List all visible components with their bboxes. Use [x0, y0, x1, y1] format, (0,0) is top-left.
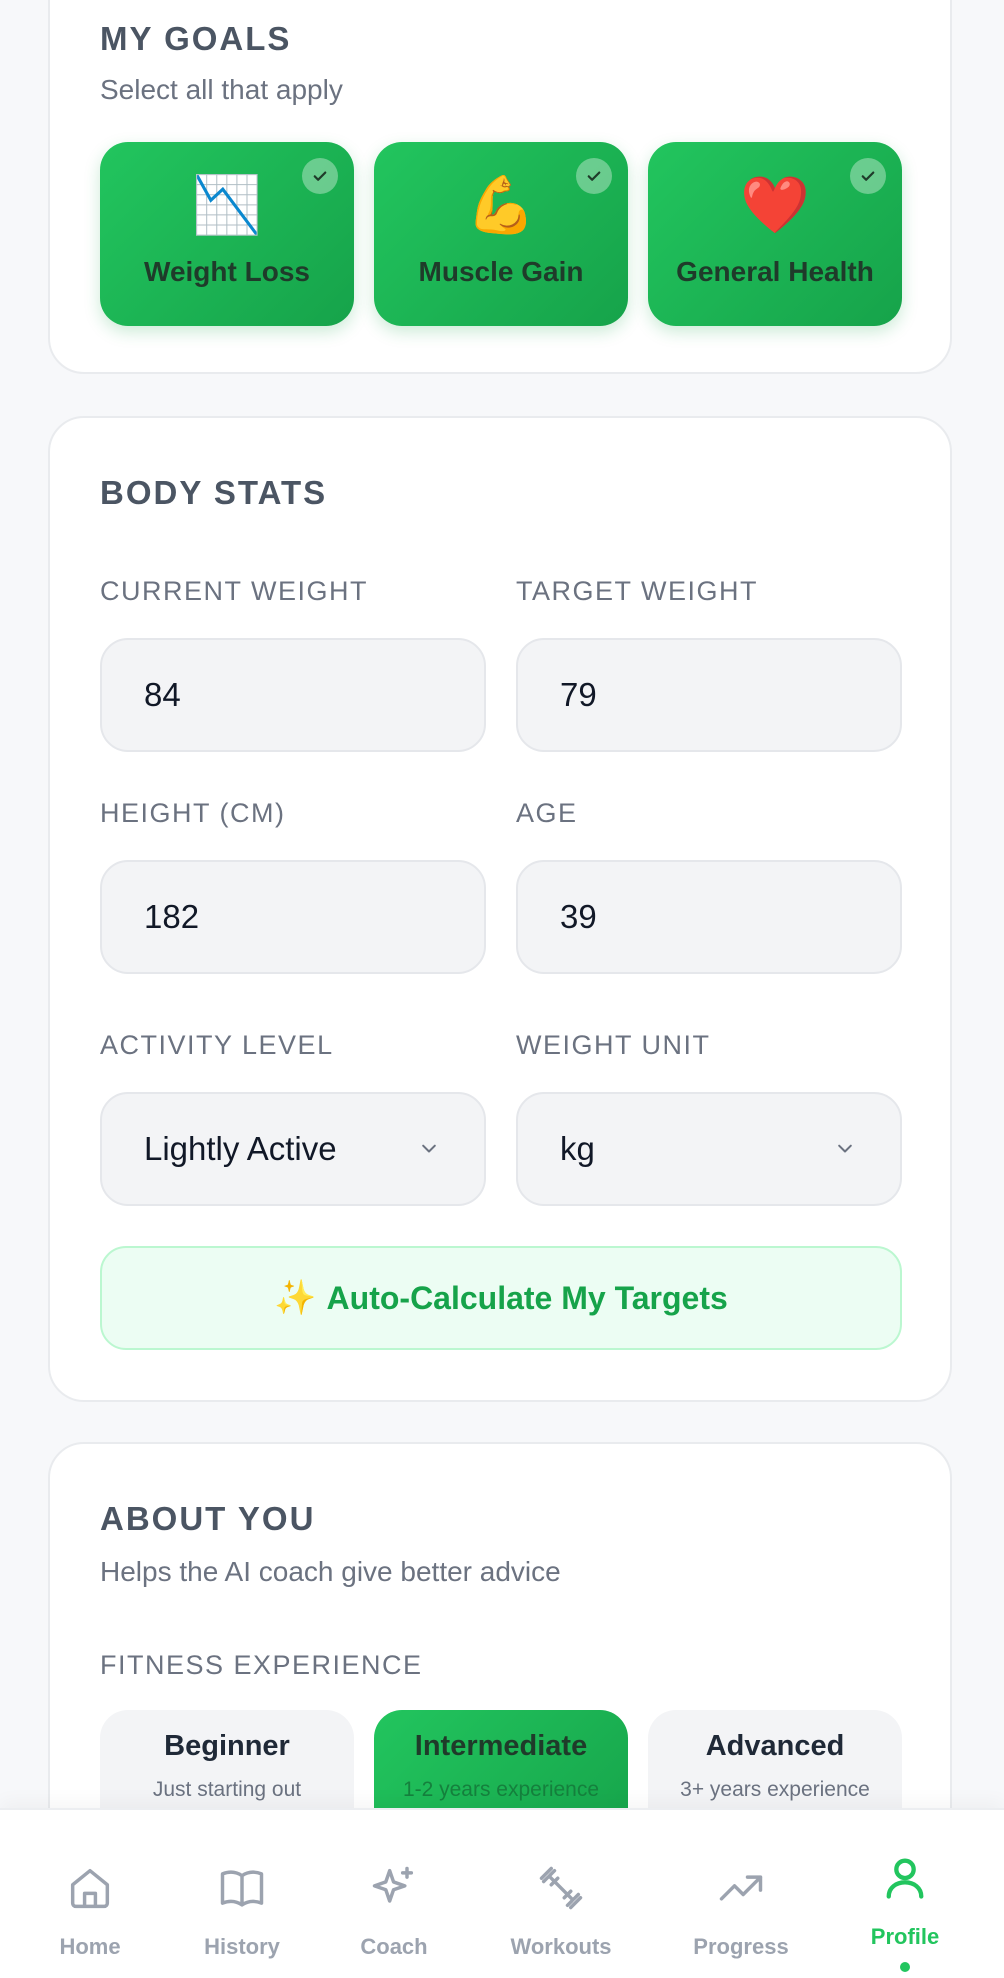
nav-label: Coach: [360, 1934, 428, 1959]
age-input[interactable]: 39: [516, 860, 902, 974]
body-stats-title: BODY STATS: [100, 474, 328, 511]
goals-card: MY GOALS Select all that apply 📉 Weight …: [48, 0, 952, 374]
body-stats-card: BODY STATS CURRENT WEIGHT TARGET WEIGHT …: [48, 416, 952, 1402]
age-label: AGE: [516, 798, 578, 828]
sparkles-icon: [372, 1866, 414, 1903]
home-icon: [70, 1868, 110, 1909]
experience-title: Intermediate: [414, 1730, 588, 1762]
goal-label: General Health: [676, 256, 874, 287]
weight-unit-label: WEIGHT UNIT: [516, 1030, 711, 1060]
experience-desc: 1-2 years experience: [402, 1778, 600, 1801]
bottom-nav: Home History Coach Workouts Progress Pro…: [0, 1808, 1004, 1978]
about-subtitle: Helps the AI coach give better advice: [100, 1556, 561, 1587]
nav-label: Home: [59, 1934, 121, 1959]
nav-home[interactable]: Home: [15, 1810, 165, 1978]
user-icon: [886, 1858, 924, 1899]
nav-profile[interactable]: Profile: [830, 1810, 980, 1978]
nav-label: Progress: [693, 1934, 789, 1959]
sparkles-icon: ✨: [274, 1278, 317, 1318]
goals-title: MY GOALS: [100, 20, 292, 57]
active-indicator: [900, 1962, 910, 1972]
flexed-biceps-icon: 💪: [466, 173, 536, 238]
about-title: ABOUT YOU: [100, 1500, 316, 1537]
experience-title: Beginner: [164, 1730, 290, 1762]
goal-label: Weight Loss: [144, 256, 310, 287]
experience-desc: 3+ years experience: [680, 1778, 870, 1801]
trending-up-icon: [719, 1875, 763, 1901]
experience-title: Advanced: [705, 1730, 845, 1762]
dumbbell-icon: [539, 1866, 583, 1910]
height-input[interactable]: 182: [100, 860, 486, 974]
nav-label: Profile: [870, 1924, 940, 1949]
current-weight-label: CURRENT WEIGHT: [100, 576, 368, 606]
nav-label: Workouts: [510, 1934, 612, 1959]
target-weight-input[interactable]: 79: [516, 638, 902, 752]
goal-label: Muscle Gain: [418, 256, 584, 287]
nav-label: History: [204, 1934, 280, 1959]
activity-level-label: ACTIVITY LEVEL: [100, 1030, 334, 1060]
weight-unit-value: kg: [560, 1130, 595, 1167]
height-label: HEIGHT (CM): [100, 798, 286, 828]
activity-level-select[interactable]: Lightly Active: [100, 1092, 486, 1206]
chevron-down-icon: [838, 1144, 852, 1153]
goals-subtitle: Select all that apply: [100, 74, 343, 105]
goal-tile-weight-loss[interactable]: 📉 Weight Loss: [100, 142, 354, 326]
profile-page: MY GOALS Select all that apply 📉 Weight …: [0, 0, 1004, 1978]
current-weight-input[interactable]: 84: [100, 638, 486, 752]
nav-progress[interactable]: Progress: [666, 1810, 816, 1978]
activity-level-value: Lightly Active: [144, 1130, 337, 1167]
heart-icon: ❤️: [740, 173, 810, 238]
nav-workouts[interactable]: Workouts: [486, 1810, 636, 1978]
nav-history[interactable]: History: [167, 1810, 317, 1978]
fitness-experience-label: FITNESS EXPERIENCE: [100, 1650, 423, 1680]
chevron-down-icon: [422, 1144, 436, 1153]
book-icon: [220, 1870, 264, 1907]
goal-tile-general-health[interactable]: ❤️ General Health: [648, 142, 902, 326]
weight-unit-select[interactable]: kg: [516, 1092, 902, 1206]
target-weight-label: TARGET WEIGHT: [516, 576, 758, 606]
goal-tile-muscle-gain[interactable]: 💪 Muscle Gain: [374, 142, 628, 326]
chart-down-icon: 📉: [192, 173, 262, 238]
experience-desc: Just starting out: [152, 1778, 302, 1801]
auto-calculate-button[interactable]: ✨ Auto-Calculate My Targets: [100, 1246, 902, 1350]
nav-coach[interactable]: Coach: [319, 1810, 469, 1978]
auto-calculate-label: Auto-Calculate My Targets: [326, 1279, 728, 1316]
